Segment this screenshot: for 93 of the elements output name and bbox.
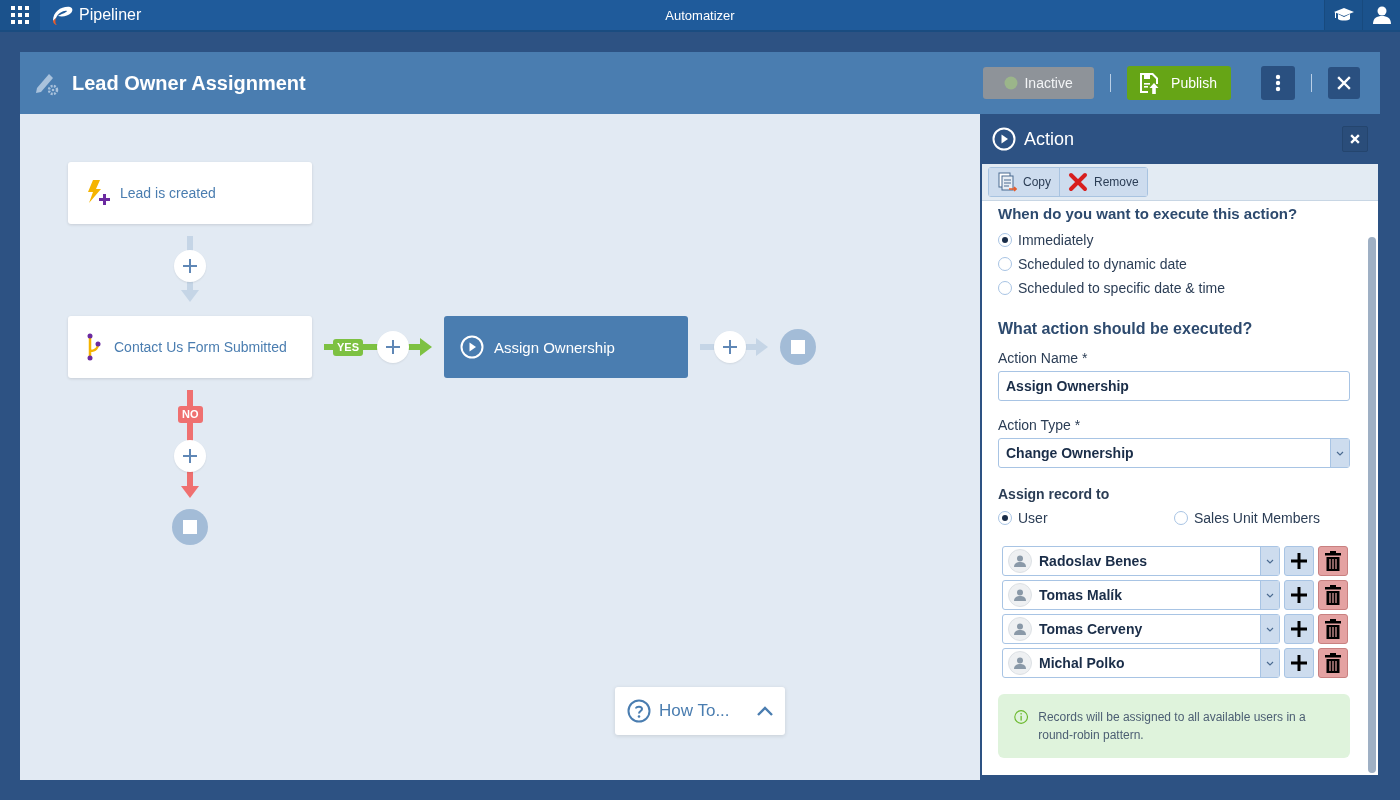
condition-node[interactable]: Contact Us Form Submitted — [68, 316, 312, 378]
trash-icon — [1325, 551, 1341, 571]
user-dropdown[interactable]: Michal Polko — [1002, 648, 1280, 678]
radio-button[interactable] — [1173, 511, 1188, 525]
close-button[interactable] — [1328, 67, 1360, 99]
plus-icon — [1290, 552, 1308, 570]
close-icon — [1348, 132, 1362, 146]
radio-option[interactable]: Immediately — [998, 228, 1094, 252]
copy-icon — [997, 172, 1017, 192]
add-user-button[interactable] — [1284, 614, 1314, 644]
close-button[interactable] — [1342, 126, 1368, 152]
user-dropdown[interactable]: Tomas Cerveny — [1002, 614, 1280, 644]
add-user-button[interactable] — [1284, 546, 1314, 576]
radio-button[interactable] — [998, 257, 1012, 271]
graduation-cap-icon — [1333, 7, 1354, 23]
radio-option[interactable]: Sales Unit Members — [1173, 506, 1320, 530]
avatar-icon — [1014, 555, 1026, 567]
delete-user-button[interactable] — [1318, 648, 1348, 678]
workflow-title: Lead Owner Assignment — [72, 71, 306, 95]
play-circle-icon — [992, 127, 1016, 151]
add-step-button[interactable] — [714, 331, 746, 363]
avatar-icon — [1014, 623, 1026, 635]
yes-label: YES — [333, 339, 363, 356]
play-circle-icon — [460, 335, 484, 359]
delete-user-button[interactable] — [1318, 546, 1348, 576]
section-question: When do you want to execute this action? — [998, 205, 1299, 222]
grid-icon — [11, 6, 29, 24]
plus-icon — [1290, 586, 1308, 604]
action-type-dropdown[interactable]: Change Ownership — [998, 438, 1350, 468]
avatar-icon — [1014, 589, 1026, 601]
delete-user-button[interactable] — [1318, 580, 1348, 610]
action-name-field[interactable]: Assign Ownership — [998, 371, 1350, 401]
add-user-button[interactable] — [1284, 580, 1314, 610]
section-heading: What action should be executed? — [998, 320, 1254, 338]
vertical-dots-icon — [1275, 74, 1281, 92]
avatar-icon — [1014, 657, 1026, 669]
radio-button[interactable] — [998, 281, 1012, 295]
end-node — [780, 329, 816, 365]
caret-down-icon — [1266, 626, 1274, 632]
node-label: Contact Us Form Submitted — [114, 339, 287, 355]
plus-icon — [183, 449, 197, 463]
field-label: Action Type * — [998, 417, 1082, 433]
radio-button[interactable] — [998, 233, 1012, 247]
add-step-button[interactable] — [174, 250, 206, 282]
plus-icon — [723, 340, 737, 354]
caret-down-icon — [1266, 592, 1274, 598]
close-icon — [1335, 74, 1353, 92]
apps-menu-button[interactable] — [0, 0, 40, 30]
plus-icon — [183, 259, 197, 273]
academy-button[interactable] — [1324, 0, 1362, 30]
add-step-button[interactable] — [377, 331, 409, 363]
radio-option[interactable]: User — [998, 506, 1048, 530]
remove-button[interactable]: Remove — [1059, 168, 1147, 196]
action-node[interactable]: Assign Ownership — [444, 316, 688, 378]
radio-option[interactable]: Scheduled to dynamic date — [998, 252, 1187, 276]
node-label: Assign Ownership — [494, 338, 615, 356]
trash-icon — [1325, 619, 1341, 639]
add-user-button[interactable] — [1284, 648, 1314, 678]
x-icon — [1068, 172, 1088, 192]
info-text: Records will be assigned to all available users in a round-robin pattern. — [1038, 709, 1307, 744]
section-label: Assign record to — [998, 486, 1111, 502]
caret-down-icon — [1266, 660, 1274, 666]
caret-down-icon — [1266, 558, 1274, 564]
caret-down-icon — [1336, 450, 1344, 456]
how-to-button[interactable]: How To... — [615, 687, 785, 735]
user-dropdown[interactable]: Radoslav Benes — [1002, 546, 1280, 576]
add-step-button[interactable] — [174, 440, 206, 472]
app-title: Automatizer — [665, 7, 735, 23]
plus-icon — [386, 340, 400, 354]
plus-icon — [1290, 654, 1308, 672]
radio-button[interactable] — [998, 511, 1012, 525]
info-icon — [1014, 708, 1029, 726]
end-node — [172, 509, 208, 545]
no-label: NO — [178, 406, 203, 423]
user-dropdown[interactable]: Tomas Malík — [1002, 580, 1280, 610]
radio-option[interactable]: Scheduled to specific date & time — [998, 276, 1225, 300]
trash-icon — [1325, 653, 1341, 673]
plus-icon — [1290, 620, 1308, 638]
trash-icon — [1325, 585, 1341, 605]
copy-button[interactable]: Copy — [989, 168, 1059, 196]
logo-icon — [50, 4, 74, 26]
delete-user-button[interactable] — [1318, 614, 1348, 644]
app-name: Pipeliner — [79, 6, 142, 24]
trigger-node[interactable]: Lead is created — [68, 162, 312, 224]
user-icon — [1372, 6, 1391, 24]
question-circle-icon — [627, 699, 651, 723]
more-options-button[interactable] — [1261, 66, 1295, 100]
node-label: Lead is created — [120, 185, 216, 201]
panel-title: Action — [1024, 128, 1075, 150]
status-dot-icon — [1004, 76, 1019, 90]
user-profile-button[interactable] — [1362, 0, 1400, 30]
floppy-upload-icon — [1139, 72, 1160, 94]
field-label: Action Name * — [998, 350, 1089, 366]
